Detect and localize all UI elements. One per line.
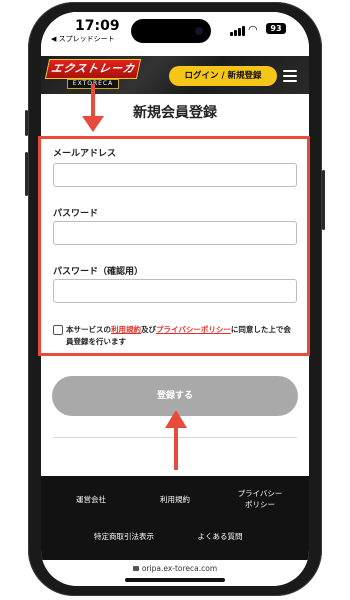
phone-side-button-right <box>322 170 325 230</box>
login-register-button[interactable]: ログイン / 新規登録 <box>169 66 277 86</box>
annotation-arrow-up <box>174 428 178 470</box>
footer-link-privacy[interactable]: プライバシー ポリシー <box>225 488 295 510</box>
wifi-icon: ◠ <box>248 23 258 36</box>
browser-url: oripa.ex-toreca.com <box>141 564 218 573</box>
home-indicator <box>125 578 225 582</box>
footer-link-terms[interactable]: 利用規約 <box>145 494 205 505</box>
site-footer: 運営会社 利用規約 プライバシー ポリシー 特定商取引法表示 よくある質問 <box>41 476 309 560</box>
battery-icon: 93 <box>266 23 286 34</box>
dynamic-island <box>131 19 211 43</box>
annotation-highlight-box <box>38 136 310 356</box>
status-bar: 17:09 ◀ スプレッドシート ◠ 93 <box>41 12 309 56</box>
footer-link-company[interactable]: 運営会社 <box>61 494 121 505</box>
phone-side-button-left <box>25 152 28 196</box>
logo-wordmark: エクストレーカ <box>44 59 142 79</box>
footer-link-commerce-act[interactable]: 特定商取引法表示 <box>81 531 167 542</box>
footer-link-faq[interactable]: よくある質問 <box>187 531 253 542</box>
lock-icon <box>132 566 139 571</box>
signal-icon <box>230 26 245 36</box>
site-header: エクストレーカ EXTORECA ログイン / 新規登録 <box>41 56 309 94</box>
phone-side-button-left <box>25 110 28 136</box>
browser-url-bar[interactable]: oripa.ex-toreca.com <box>41 560 309 586</box>
annotation-arrow-up-head <box>165 410 187 428</box>
back-to-app-link[interactable]: ◀ スプレッドシート <box>51 34 115 44</box>
status-time: 17:09 <box>75 18 120 34</box>
annotation-arrow-down <box>91 84 95 118</box>
camera-icon <box>195 27 203 35</box>
annotation-arrow-down-head <box>82 116 104 132</box>
hamburger-menu-icon[interactable] <box>283 70 297 82</box>
